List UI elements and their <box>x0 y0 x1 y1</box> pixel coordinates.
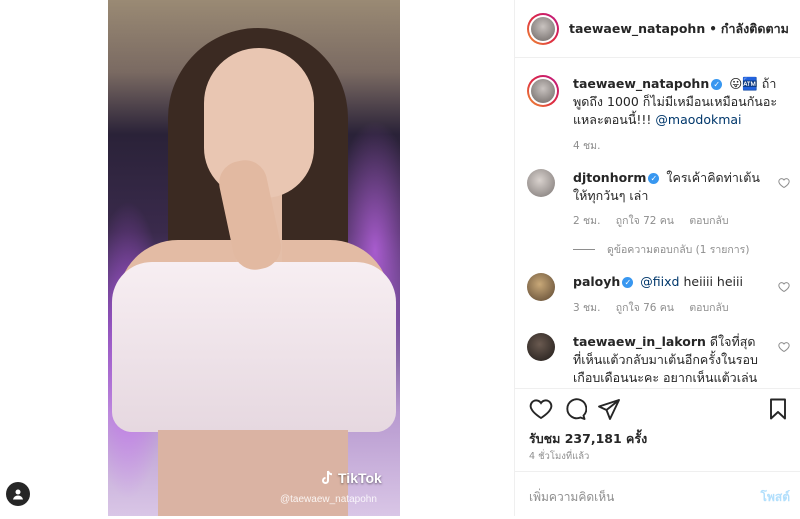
verified-icon: ✓ <box>648 173 660 184</box>
comment-meta: 3 ชม. ถูกใจ 76 คน ตอบกลับ <box>573 299 741 316</box>
caption-body: taewaew_natapohn ✓ 😛🏧 ถ้าพูดถึง 1000 ก็ไม… <box>573 75 784 129</box>
following-button[interactable]: กำลังติดตาม <box>721 19 789 39</box>
user-icon <box>13 489 23 500</box>
comment-body: paloyh ✓ @fiixd heiiii heiii <box>573 273 762 291</box>
comment-icon[interactable] <box>563 397 587 421</box>
post-button[interactable]: โพสต์ <box>761 488 790 507</box>
comment-username[interactable]: paloyh <box>573 274 620 289</box>
post-time[interactable]: 4 ชั่วโมงที่แล้ว <box>529 449 589 464</box>
avatar[interactable] <box>527 169 555 197</box>
view-replies-button[interactable]: ดูข้อความตอบกลับ (1 รายการ) <box>573 241 749 258</box>
comment-likes[interactable]: ถูกใจ 72 คน <box>616 215 674 227</box>
comments-list[interactable]: taewaew_natapohn ✓ 😛🏧 ถ้าพูดถึง 1000 ก็ไม… <box>515 59 800 387</box>
caption-time[interactable]: 4 ชม. <box>573 140 600 152</box>
caption-username[interactable]: taewaew_natapohn <box>573 76 709 91</box>
caption-mention[interactable]: @maodokmai <box>655 112 741 127</box>
reply-button[interactable]: ตอบกลับ <box>689 215 728 227</box>
post-actions: รับชม 237,181 ครั้ง 4 ชั่วโมงที่แล้ว เพิ… <box>515 388 800 519</box>
verified-icon: ✓ <box>622 277 634 288</box>
comment-input[interactable]: เพิ่มความคิดเห็น <box>529 488 614 507</box>
comment-body: djtonhorm ✓ ใครเค้าคิดท่าเต้นให้ทุกวันๆ เ… <box>573 169 762 205</box>
view-count[interactable]: รับชม 237,181 ครั้ง <box>529 429 647 449</box>
post-panel: taewaew_natapohn • กำลังติดตาม taewaew_n… <box>514 0 800 516</box>
action-icons <box>529 397 790 425</box>
comment-username[interactable]: taewaew_in_lakorn <box>573 334 706 349</box>
avatar[interactable] <box>527 273 555 301</box>
media-area: TikTok @taewaew_natapohn <box>0 0 514 516</box>
heart-icon[interactable] <box>778 177 790 189</box>
header-separator: • <box>709 21 717 36</box>
heart-icon[interactable] <box>529 397 553 421</box>
comment-time[interactable]: 2 ชม. <box>573 215 600 227</box>
heart-icon[interactable] <box>778 281 790 293</box>
reply-button[interactable]: ตอบกลับ <box>689 302 728 314</box>
comment-username[interactable]: djtonhorm <box>573 170 646 185</box>
comment-time[interactable]: 3 ชม. <box>573 302 600 314</box>
comment-mention[interactable]: @fiixd <box>640 274 679 289</box>
post-header: taewaew_natapohn • กำลังติดตาม <box>515 0 800 58</box>
comment-text: heiiii heiii <box>679 274 743 289</box>
avatar <box>531 79 555 103</box>
avatar[interactable] <box>527 333 555 361</box>
verified-icon: ✓ <box>711 79 723 90</box>
tiktok-handle: @taewaew_natapohn <box>280 494 377 505</box>
tagged-user-button[interactable] <box>6 482 30 506</box>
header-avatar[interactable] <box>527 12 559 45</box>
add-comment-bar: เพิ่มความคิดเห็น โพสต์ <box>515 471 800 518</box>
comment-body: taewaew_in_lakorn ดีใจที่สุดที่เห็นแต้วก… <box>573 333 762 387</box>
comment-meta: 2 ชม. ถูกใจ 72 คน ตอบกลับ <box>573 212 741 229</box>
share-icon[interactable] <box>597 397 621 421</box>
heart-icon[interactable] <box>778 341 790 353</box>
tiktok-watermark: TikTok <box>320 470 382 486</box>
header-username[interactable]: taewaew_natapohn <box>569 21 705 36</box>
avatar <box>531 16 555 41</box>
tiktok-icon <box>322 470 333 484</box>
video-player[interactable]: TikTok @taewaew_natapohn <box>108 0 400 516</box>
tiktok-logo-text: TikTok <box>338 470 382 486</box>
comment-likes[interactable]: ถูกใจ 76 คน <box>616 302 674 314</box>
divider <box>573 249 595 250</box>
caption-meta: 4 ชม. <box>573 137 612 154</box>
bookmark-icon[interactable] <box>766 397 790 421</box>
view-replies-label: ดูข้อความตอบกลับ (1 รายการ) <box>607 244 750 256</box>
person-blouse <box>112 262 396 432</box>
caption-avatar[interactable] <box>527 75 559 107</box>
